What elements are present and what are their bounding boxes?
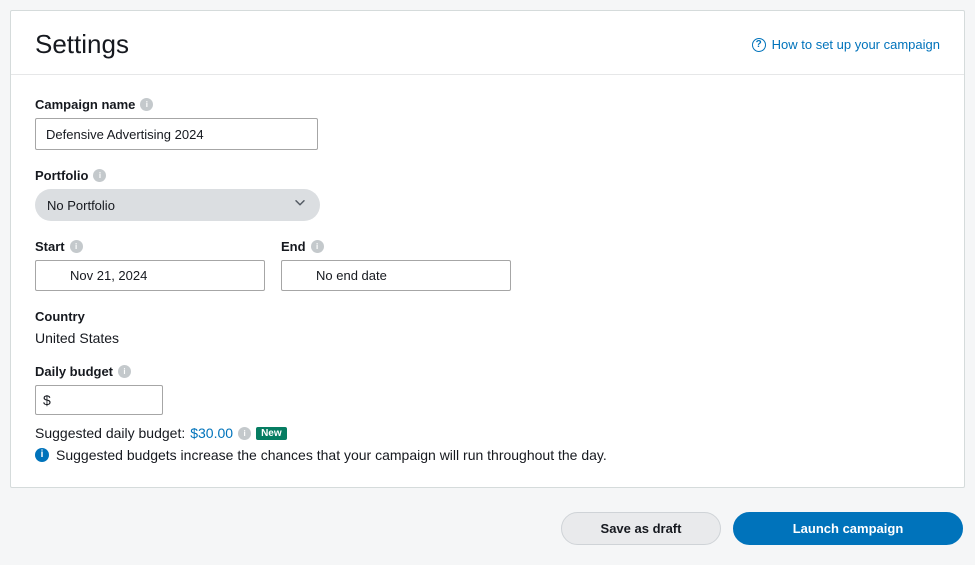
save-draft-button[interactable]: Save as draft [561,512,721,545]
page-title: Settings [35,29,129,60]
campaign-name-input[interactable] [35,118,318,150]
info-icon[interactable]: i [311,240,324,253]
panel-header: Settings ? How to set up your campaign [11,11,964,75]
country-value: United States [35,330,940,346]
end-date-col: End i [281,239,511,291]
portfolio-select-wrap: No Portfolio [35,189,320,221]
suggested-value[interactable]: $30.00 [190,425,233,441]
field-country: Country United States [35,309,940,346]
budget-label-text: Daily budget [35,364,113,379]
start-date-col: Start i [35,239,265,291]
help-link[interactable]: ? How to set up your campaign [752,37,940,52]
info-icon[interactable]: i [238,427,251,440]
panel-body: Campaign name i Portfolio i No Portfolio [11,75,964,487]
start-label-text: Start [35,239,65,254]
start-label: Start i [35,239,265,254]
help-link-text: How to set up your campaign [772,37,940,52]
campaign-name-label: Campaign name i [35,97,940,112]
end-label: End i [281,239,511,254]
budget-hint-text: Suggested budgets increase the chances t… [56,447,607,463]
settings-panel: Settings ? How to set up your campaign C… [10,10,965,488]
info-icon[interactable]: i [93,169,106,182]
field-dates: Start i End i [35,239,940,291]
portfolio-select[interactable]: No Portfolio [35,189,320,221]
end-date-input[interactable] [281,260,511,291]
campaign-name-label-text: Campaign name [35,97,135,112]
budget-hint: i Suggested budgets increase the chances… [35,447,940,463]
field-budget: Daily budget i $ Suggested daily budget:… [35,364,940,463]
budget-input[interactable] [35,385,163,415]
field-campaign-name: Campaign name i [35,97,940,150]
field-portfolio: Portfolio i No Portfolio [35,168,940,221]
question-icon: ? [752,38,766,52]
info-icon[interactable]: i [118,365,131,378]
country-label: Country [35,309,940,324]
end-label-text: End [281,239,306,254]
budget-label: Daily budget i [35,364,940,379]
country-label-text: Country [35,309,85,324]
portfolio-label-text: Portfolio [35,168,88,183]
suggested-budget-line: Suggested daily budget: $30.00 i New [35,425,940,441]
info-icon[interactable]: i [140,98,153,111]
info-icon[interactable]: i [70,240,83,253]
start-date-input[interactable] [35,260,265,291]
suggested-label: Suggested daily budget: [35,425,185,441]
launch-campaign-button[interactable]: Launch campaign [733,512,963,545]
portfolio-label: Portfolio i [35,168,940,183]
info-icon: i [35,448,49,462]
footer-actions: Save as draft Launch campaign [0,498,975,565]
new-badge: New [256,427,287,440]
currency-symbol: $ [43,392,51,408]
